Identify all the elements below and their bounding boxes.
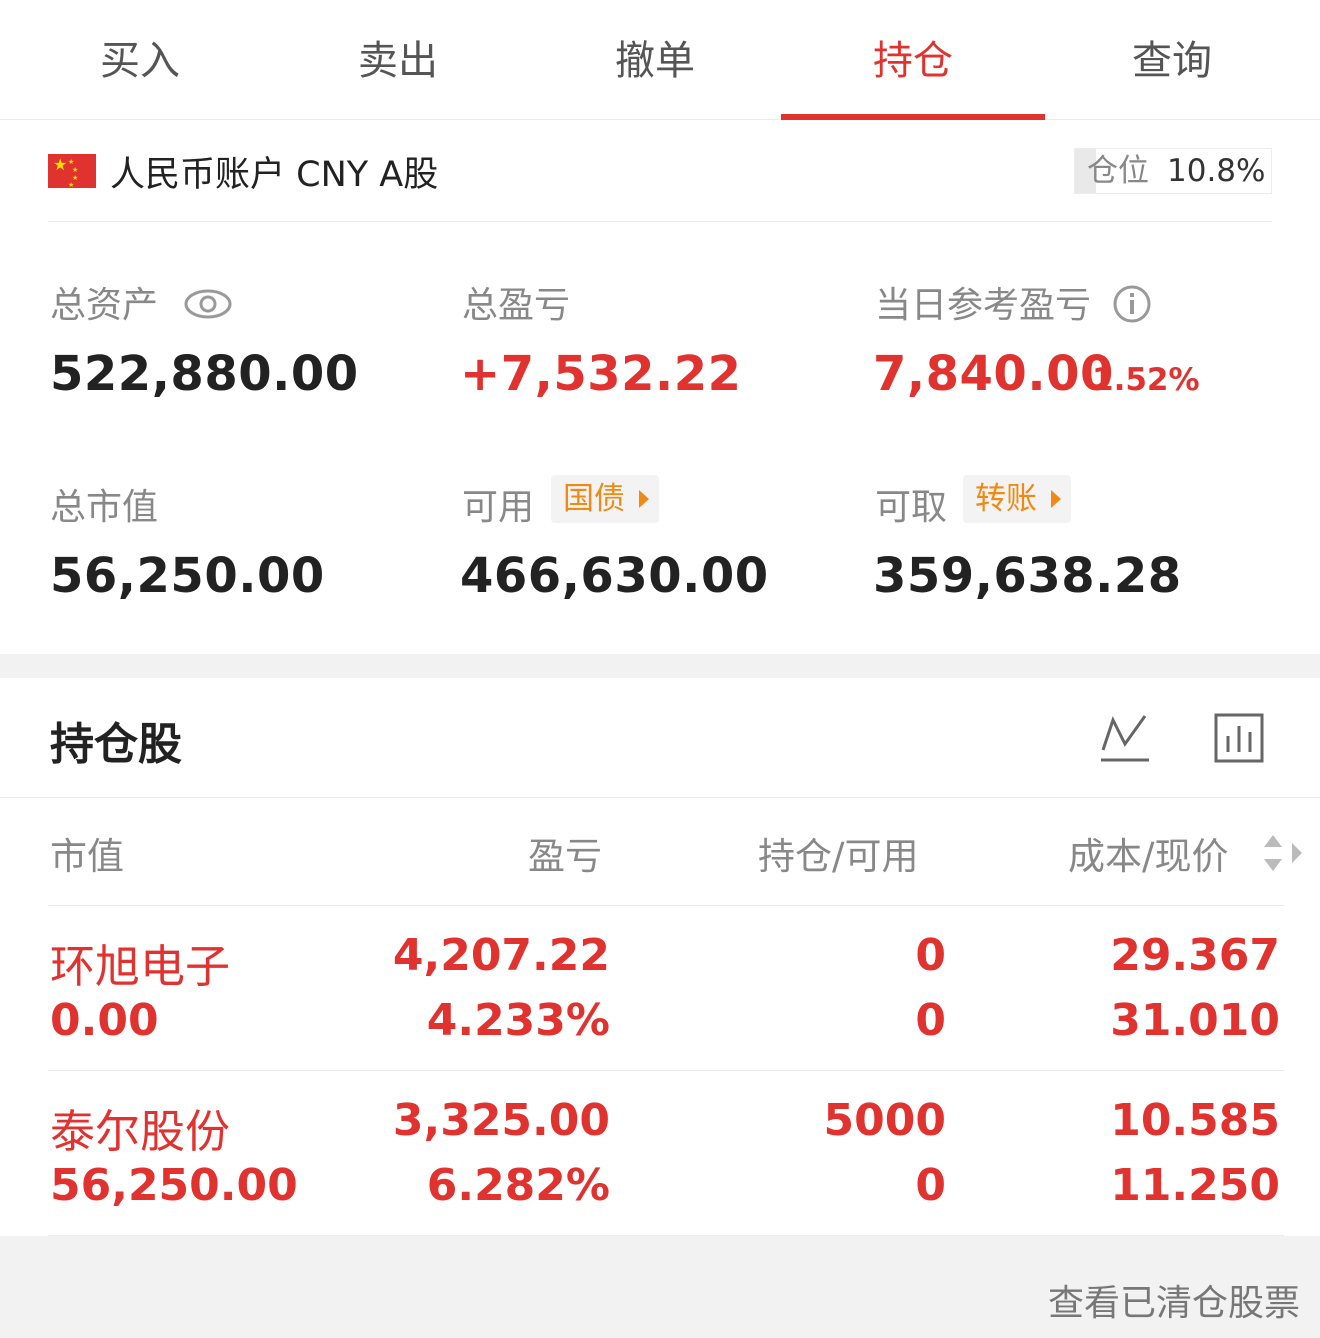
stock-name: 环旭电子: [50, 940, 231, 993]
stock-name: 泰尔股份: [50, 1105, 231, 1158]
tab-positions[interactable]: 持仓: [813, 0, 1013, 120]
stock-market-value: 0.00: [50, 995, 159, 1046]
column-pl[interactable]: 盈亏: [528, 826, 602, 880]
treasury-bond-chip[interactable]: 国债: [551, 475, 659, 523]
column-cost-price[interactable]: 成本/现价: [1068, 826, 1228, 880]
total-assets-value: 522,880.00: [50, 346, 359, 402]
total-assets-label: 总资产: [50, 276, 233, 328]
stock-cost: 29.367: [1110, 930, 1280, 981]
tab-sell[interactable]: 卖出: [298, 0, 498, 120]
table-rule: [48, 905, 1284, 906]
info-icon[interactable]: [1112, 284, 1152, 324]
tab-buy[interactable]: 买入: [40, 0, 240, 120]
market-value-value: 56,250.00: [50, 548, 325, 604]
account-label[interactable]: 人民币账户 CNY A股: [110, 146, 438, 197]
market-value-label: 总市值: [50, 487, 159, 528]
section-divider: [0, 654, 1320, 678]
bar-chart-icon[interactable]: [1213, 712, 1265, 764]
daily-pl-label: 当日参考盈亏: [875, 276, 1152, 328]
tab-cancel[interactable]: 撤单: [555, 0, 755, 120]
eye-icon[interactable]: [183, 287, 233, 321]
stock-available: 0: [915, 1160, 946, 1211]
available-label: 可用: [462, 487, 535, 528]
chevron-right-icon: [639, 490, 649, 508]
available-value: 466,630.00: [460, 548, 769, 604]
withdrawable-label: 可取: [875, 487, 948, 528]
china-flag-icon: ★ ★ ★ ★ ★: [48, 154, 96, 189]
transfer-chip[interactable]: 转账: [963, 475, 1071, 523]
trade-tab-bar: 买入 卖出 撤单 持仓 查询: [0, 0, 1320, 120]
stock-pl: 3,325.00: [392, 1095, 610, 1146]
stock-market-value: 56,250.00: [50, 1160, 298, 1211]
stock-pl-percent: 6.282%: [426, 1160, 610, 1211]
stock-price: 11.250: [1110, 1160, 1280, 1211]
scroll-right-icon[interactable]: [1290, 841, 1304, 865]
stock-position: 0: [915, 930, 946, 981]
stock-available: 0: [915, 995, 946, 1046]
stock-pl: 4,207.22: [392, 930, 610, 981]
daily-pl-value: 7,840.00: [873, 346, 1114, 402]
treasury-bond-chip-label: 国债: [563, 481, 625, 517]
stock-pl-percent: 4.233%: [426, 995, 610, 1046]
stock-position: 5000: [823, 1095, 946, 1146]
sort-icon[interactable]: [1262, 833, 1284, 873]
holdings-title: 持仓股: [50, 719, 182, 770]
stock-cost: 10.585: [1110, 1095, 1280, 1146]
tab-query[interactable]: 查询: [1072, 0, 1272, 120]
position-ratio-badge: 仓位 10.8%: [1074, 148, 1272, 194]
column-position-available[interactable]: 持仓/可用: [758, 826, 918, 880]
total-pl-value: +7,532.22: [460, 346, 742, 402]
total-pl-label: 总盈亏: [462, 285, 571, 326]
daily-pl-percent: 1.52%: [1092, 362, 1200, 398]
position-label: 仓位: [1087, 153, 1149, 189]
position-value: 10.8%: [1167, 153, 1266, 189]
footer-bar: 查看已清仓股票: [0, 1236, 1320, 1338]
active-tab-indicator: [781, 114, 1045, 120]
stock-price: 31.010: [1110, 995, 1280, 1046]
transfer-chip-label: 转账: [975, 481, 1037, 517]
column-market-value[interactable]: 市值: [50, 826, 124, 880]
view-cleared-positions-link[interactable]: 查看已清仓股票: [1048, 1274, 1300, 1326]
withdrawable-value: 359,638.28: [873, 548, 1182, 604]
table-rule: [48, 1070, 1284, 1071]
account-header: ★ ★ ★ ★ ★ 人民币账户 CNY A股 仓位 10.8%: [48, 140, 1272, 222]
line-chart-icon[interactable]: [1099, 712, 1151, 764]
chevron-right-icon: [1051, 490, 1061, 508]
